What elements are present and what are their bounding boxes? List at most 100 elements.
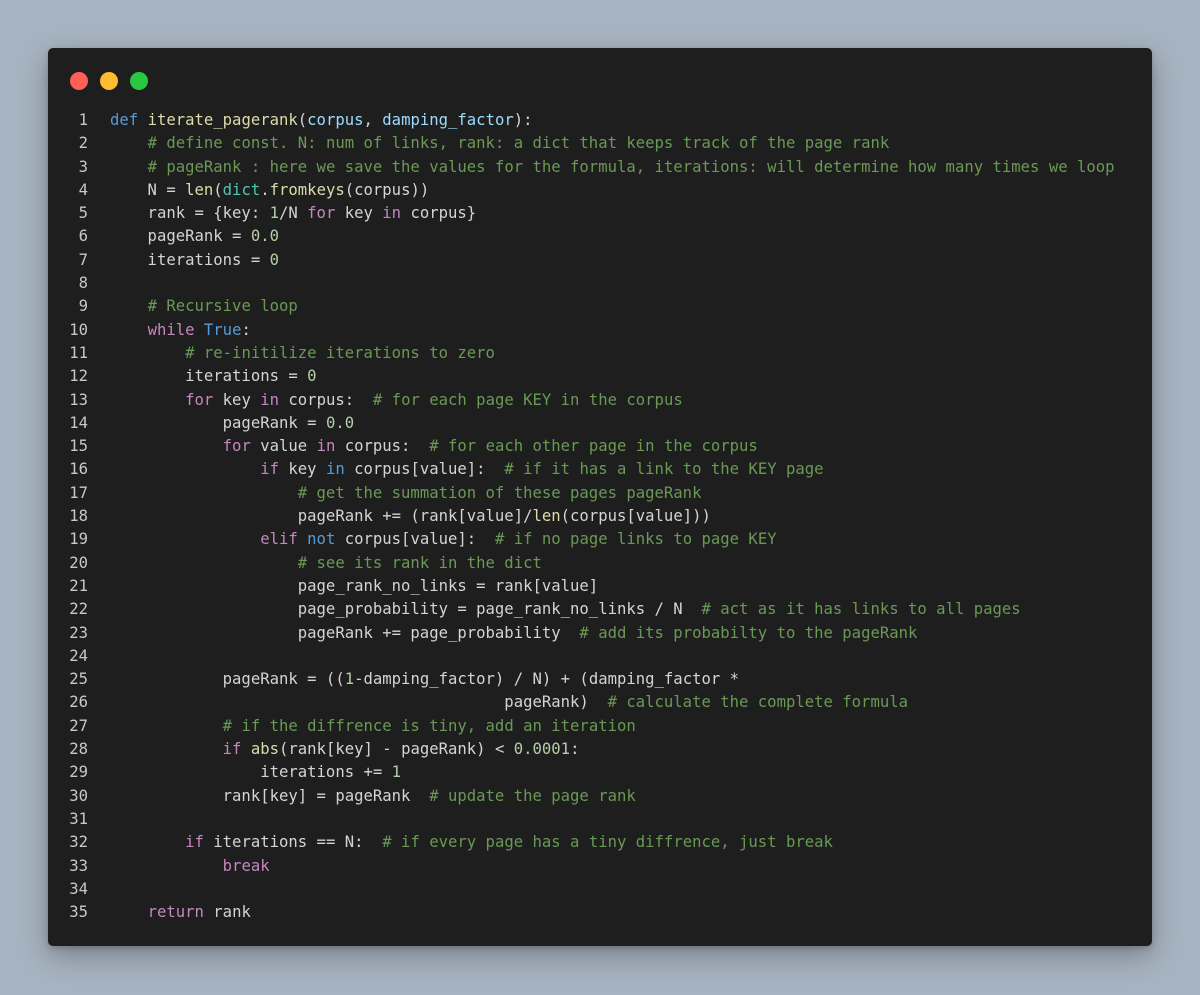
code-line: 2 # define const. N: num of links, rank:… xyxy=(48,132,1152,155)
line-number: 31 xyxy=(69,809,88,828)
line-number: 1 xyxy=(78,111,88,129)
code-token: pageRank += page_probability xyxy=(110,623,580,642)
line-number: 29 xyxy=(69,763,88,782)
line-number: 12 xyxy=(69,367,88,386)
code-line: 22 page_probability = page_rank_no_links… xyxy=(48,598,1152,621)
maximize-icon[interactable] xyxy=(130,72,148,90)
code-line: 14 pageRank = 0.0 xyxy=(48,412,1152,435)
code-text: return rank xyxy=(88,901,251,924)
code-line: 15 for value in corpus: # for each other… xyxy=(48,435,1152,458)
line-number: 32 xyxy=(69,833,88,852)
code-text: if key in corpus[value]: # if it has a l… xyxy=(88,458,823,481)
code-line: 34 xyxy=(48,878,1152,901)
line-number: 25 xyxy=(69,670,88,689)
code-text: if iterations == N: # if every page has … xyxy=(88,831,833,854)
code-token: (corpus[value])) xyxy=(560,507,711,526)
code-token: if xyxy=(260,460,279,479)
code-token: key xyxy=(213,390,261,409)
code-token: corpus[value]: xyxy=(344,460,505,479)
code-token: 1 xyxy=(344,670,355,689)
code-line: 24 xyxy=(48,645,1152,668)
code-token: abs xyxy=(250,740,280,759)
minimize-icon[interactable] xyxy=(100,72,118,90)
code-text: pageRank) # calculate the complete formu… xyxy=(88,691,908,714)
code-line: 23 pageRank += page_probability # add it… xyxy=(48,622,1152,645)
code-token: # see its rank in the dict xyxy=(297,553,542,572)
line-number: 7 xyxy=(78,250,88,269)
code-token: for xyxy=(222,437,251,456)
code-token: # add its probabilty to the pageRank xyxy=(579,623,918,642)
code-text: rank = {key: 1/N for key in corpus} xyxy=(88,202,477,225)
code-token: 0 xyxy=(269,250,279,269)
code-text: for key in corpus: # for each page KEY i… xyxy=(88,389,683,412)
close-icon[interactable] xyxy=(70,72,88,90)
code-token: # Recursive loop xyxy=(147,297,298,316)
code-token: pageRank = xyxy=(110,413,326,432)
code-token: /N xyxy=(279,204,308,223)
code-text: elif not corpus[value]: # if no page lin… xyxy=(88,528,776,551)
code-text: # re-initilize iterations to zero xyxy=(88,342,495,365)
code-line: 4 N = len(dict.fromkeys(corpus)) xyxy=(48,179,1152,202)
code-token: ( xyxy=(213,180,223,199)
code-token: (corpus)) xyxy=(344,180,430,199)
code-token: in xyxy=(325,460,345,479)
line-number: 17 xyxy=(69,483,88,502)
line-number: 13 xyxy=(69,390,88,409)
code-token: while xyxy=(147,320,195,339)
code-text: N = len(dict.fromkeys(corpus)) xyxy=(88,179,430,202)
code-token: def xyxy=(110,111,148,129)
code-text: def iterate_pagerank(corpus, damping_fac… xyxy=(88,109,533,132)
code-line: 32 if iterations == N: # if every page h… xyxy=(48,831,1152,854)
code-token: 1 xyxy=(269,204,279,223)
code-text: while True: xyxy=(88,319,251,342)
code-line: 18 pageRank += (rank[value]/len(corpus[v… xyxy=(48,505,1152,528)
code-line: 13 for key in corpus: # for each page KE… xyxy=(48,389,1152,412)
code-text: iterations = 0 xyxy=(88,365,317,388)
line-number: 35 xyxy=(69,903,88,922)
code-token: corpus: xyxy=(279,390,373,409)
code-token: for xyxy=(307,204,336,223)
code-token: rank = {key: xyxy=(110,204,270,223)
code-text: # if the diffrence is tiny, add an itera… xyxy=(88,715,636,738)
code-text: # see its rank in the dict xyxy=(88,552,542,575)
line-number: 28 xyxy=(69,740,88,759)
code-line: 19 elif not corpus[value]: # if no page … xyxy=(48,528,1152,551)
code-token: # for each page KEY in the corpus xyxy=(372,390,683,409)
code-token: iterations = xyxy=(110,250,270,269)
line-number: 10 xyxy=(69,320,88,339)
code-line: 33 break xyxy=(48,855,1152,878)
code-token: return xyxy=(147,903,204,922)
line-number: 9 xyxy=(78,297,88,316)
code-text: pageRank += page_probability # add its p… xyxy=(88,622,918,645)
code-token: # define const. N: num of links, rank: a… xyxy=(147,134,890,153)
code-token: 0 xyxy=(307,367,317,386)
code-line: 17 # get the summation of these pages pa… xyxy=(48,482,1152,505)
code-line: 7 iterations = 0 xyxy=(48,249,1152,272)
code-token: value xyxy=(250,437,317,456)
code-token: # pageRank : here we save the values for… xyxy=(147,157,1115,176)
line-number: 30 xyxy=(69,786,88,805)
code-token: break xyxy=(222,856,270,875)
code-token: in xyxy=(316,437,336,456)
code-token: : xyxy=(241,320,251,339)
code-text: for value in corpus: # for each other pa… xyxy=(88,435,758,458)
code-token: . xyxy=(260,180,270,199)
code-line: 30 rank[key] = pageRank # update the pag… xyxy=(48,785,1152,808)
line-number: 15 xyxy=(69,437,88,456)
line-number: 26 xyxy=(69,693,88,712)
code-token: # calculate the complete formula xyxy=(607,693,909,712)
code-text: iterations = 0 xyxy=(88,249,279,272)
code-line: 25 pageRank = ((1-damping_factor) / N) +… xyxy=(48,668,1152,691)
